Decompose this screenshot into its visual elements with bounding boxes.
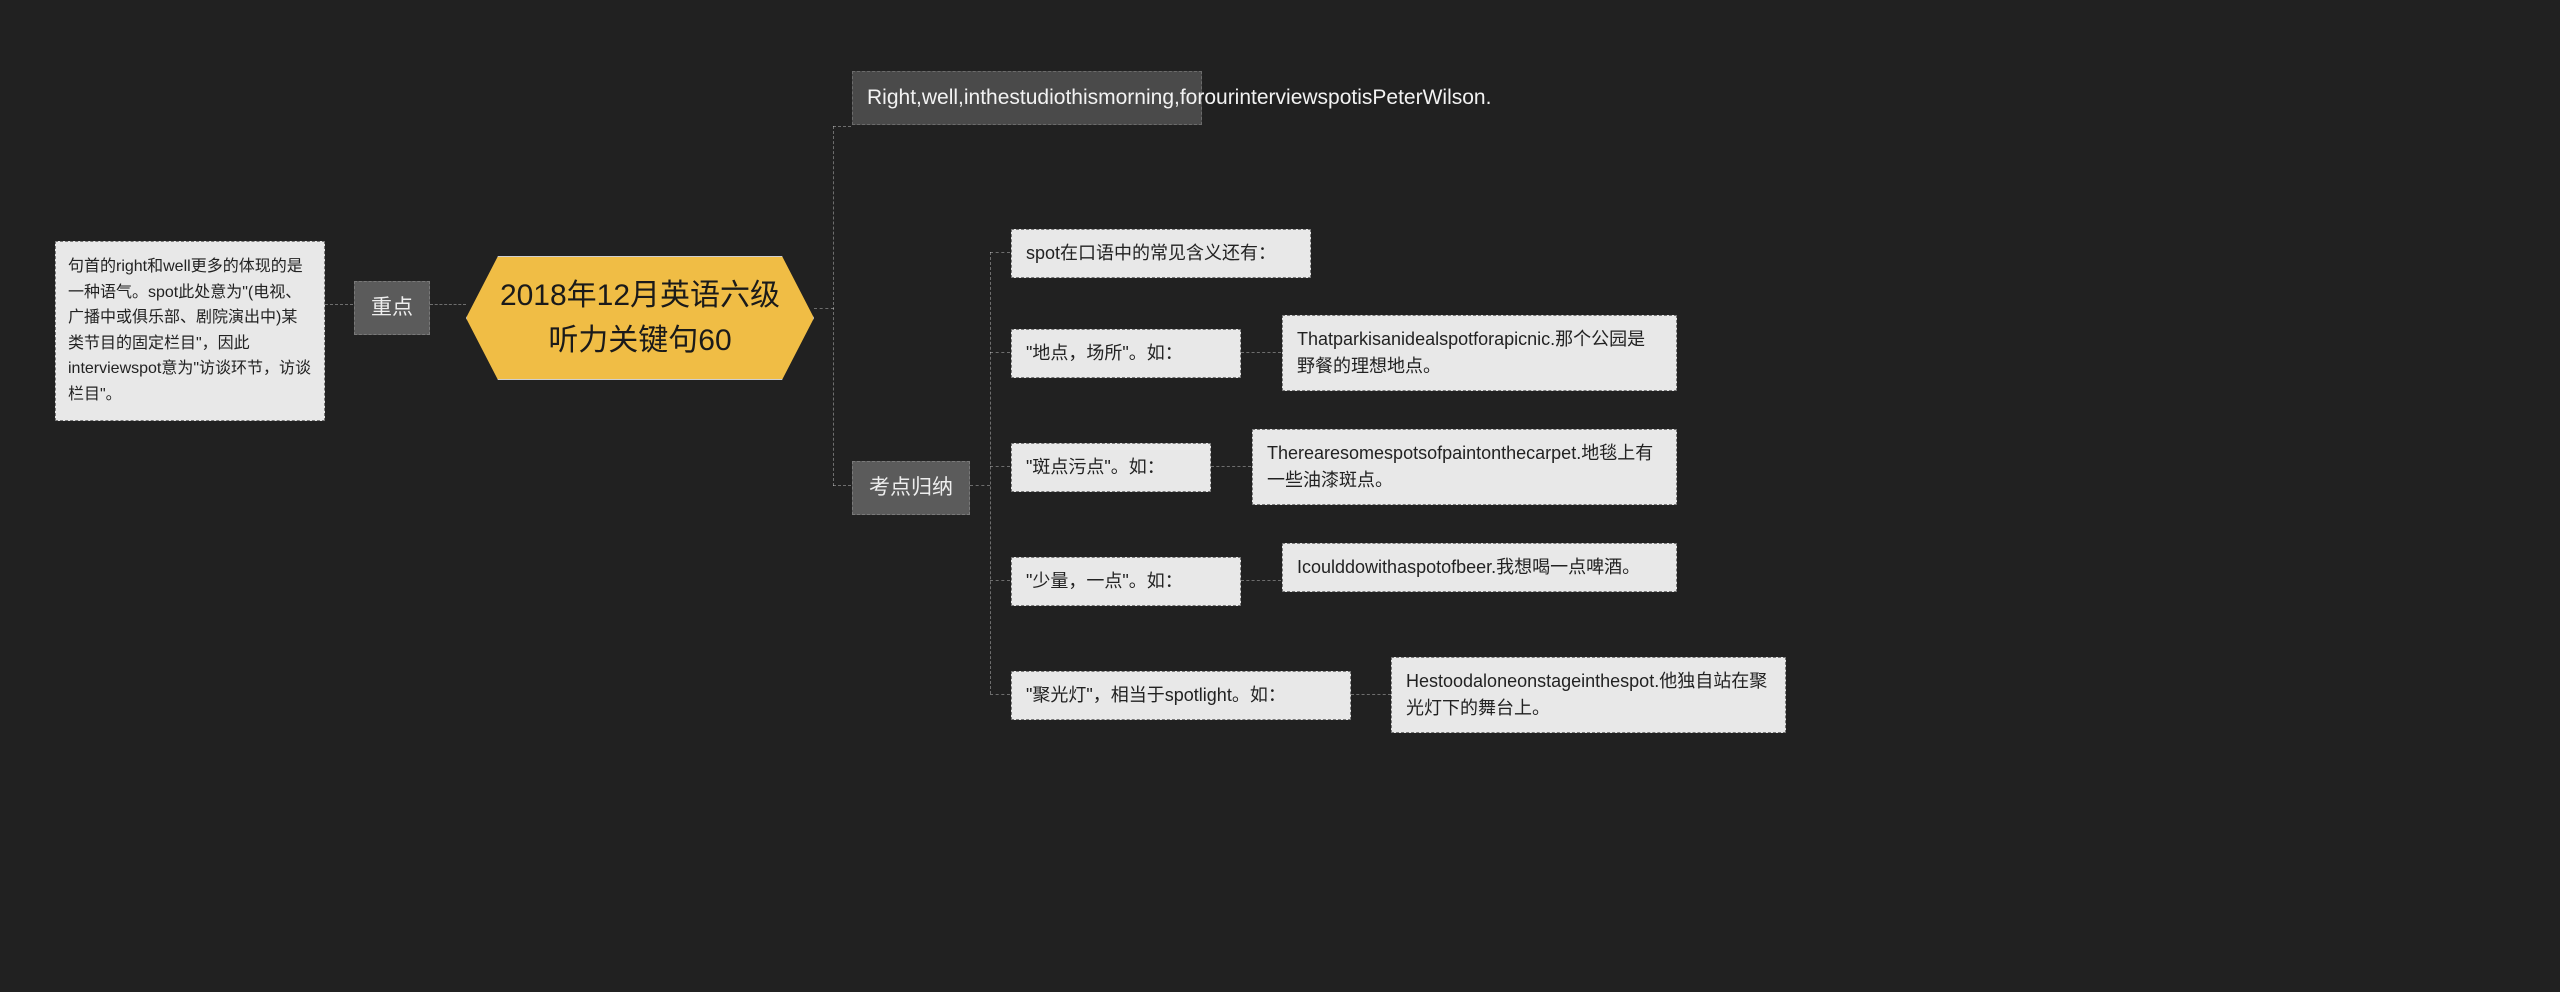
example-1[interactable]: Thatparkisanidealspotforapicnic.那个公园是野餐的… xyxy=(1282,315,1677,391)
intro-line[interactable]: spot在口语中的常见含义还有： xyxy=(1011,229,1311,278)
center-title: 2018年12月英语六级听力关键句60 xyxy=(467,257,813,379)
term-3[interactable]: "少量，一点"。如： xyxy=(1011,557,1241,606)
sample-sentence[interactable]: Right,well,inthestudiothismorning,forour… xyxy=(852,71,1202,125)
center-node[interactable]: 2018年12月英语六级听力关键句60 xyxy=(466,256,814,380)
left-branch-label[interactable]: 重点 xyxy=(354,281,430,335)
mindmap-canvas: 2018年12月英语六级听力关键句60 重点 句首的right和well更多的体… xyxy=(0,0,2560,992)
section-label[interactable]: 考点归纳 xyxy=(852,461,970,515)
term-2[interactable]: "斑点污点"。如： xyxy=(1011,443,1211,492)
example-2[interactable]: Therearesomespotsofpaintonthecarpet.地毯上有… xyxy=(1252,429,1677,505)
example-3[interactable]: Icoulddowithaspotofbeer.我想喝一点啤酒。 xyxy=(1282,543,1677,592)
left-detail-box[interactable]: 句首的right和well更多的体现的是一种语气。spot此处意为"(电视、广播… xyxy=(55,241,325,421)
term-4[interactable]: "聚光灯"，相当于spotlight。如： xyxy=(1011,671,1351,720)
example-4[interactable]: Hestoodaloneonstageinthespot.他独自站在聚光灯下的舞… xyxy=(1391,657,1786,733)
term-1[interactable]: "地点，场所"。如： xyxy=(1011,329,1241,378)
